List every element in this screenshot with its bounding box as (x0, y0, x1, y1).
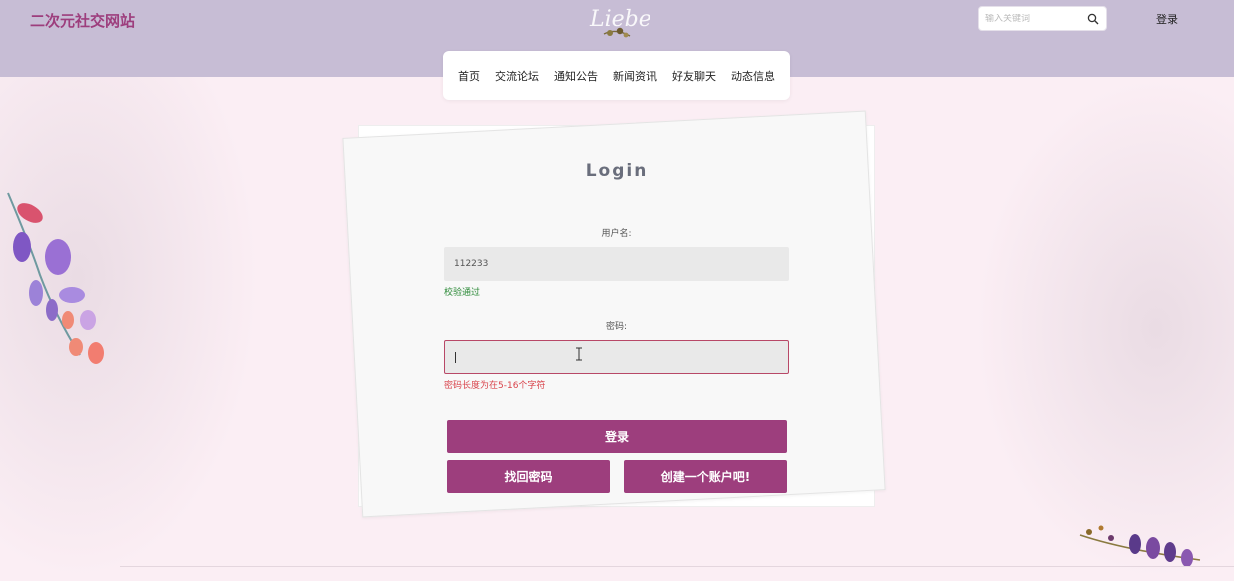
username-label: 用户名: (601, 229, 632, 239)
username-validation-hint: 校验通过 (444, 288, 481, 298)
register-button[interactable]: 创建一个账户吧! (624, 460, 787, 493)
login-submit-button[interactable]: 登录 (447, 420, 787, 453)
password-validation-hint: 密码长度为在5-16个字符 (444, 381, 546, 391)
login-form: Login 用户名: 112233 校验通过 密码: 密码长度为在5-16个字符… (0, 0, 1234, 581)
forgot-password-button[interactable]: 找回密码 (447, 460, 610, 493)
password-label: 密码: (605, 322, 628, 332)
login-title: Login (585, 161, 649, 181)
password-input[interactable] (444, 340, 789, 374)
text-cursor-icon (576, 347, 582, 361)
username-input[interactable]: 112233 (444, 247, 789, 281)
caret (455, 351, 456, 363)
footer-divider (120, 566, 1234, 567)
